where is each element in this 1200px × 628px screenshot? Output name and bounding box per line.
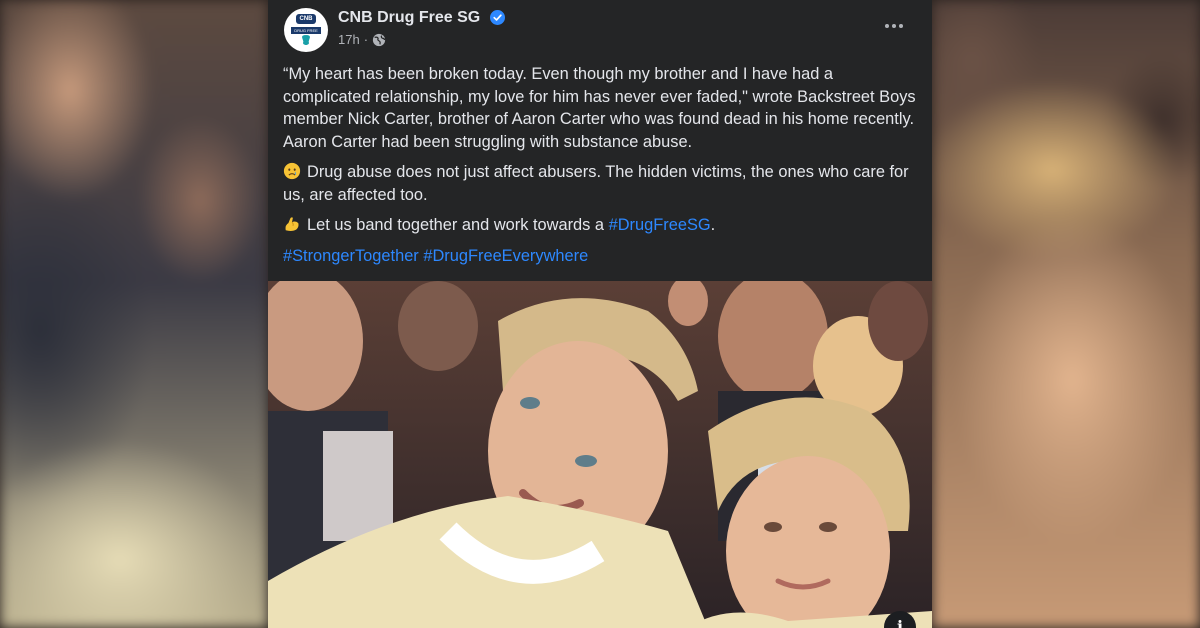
more-options-icon-dot xyxy=(892,24,896,28)
post-paragraph-quote: “My heart has been broken today. Even th… xyxy=(283,65,916,151)
post-hashtags: #StrongerTogether #DrugFreeEverywhere xyxy=(283,245,923,268)
post-photo[interactable]: i xyxy=(268,281,932,628)
post-paragraph-band-together: Let us band together and work towards a … xyxy=(283,214,923,237)
hashtag-strongertogether-link[interactable]: #StrongerTogether xyxy=(283,247,419,265)
flexed-biceps-emoji xyxy=(285,217,299,232)
post-header: CNB DRUG FREE SG CNB Drug Free SG 17h · xyxy=(268,0,932,60)
meta-separator: · xyxy=(363,32,369,47)
page-name-link[interactable]: CNB Drug Free SG xyxy=(338,8,480,28)
paragraph-band-suffix: . xyxy=(710,216,716,234)
avatar-logo-band: DRUG FREE SG xyxy=(291,27,321,40)
hashtag-drugfreeeverywhere-link[interactable]: #DrugFreeEverywhere xyxy=(423,247,588,265)
more-options-icon xyxy=(885,24,889,28)
paragraph-band-text: Let us band together and work towards a xyxy=(307,216,609,234)
globe-icon[interactable] xyxy=(372,33,386,47)
page-avatar[interactable]: CNB DRUG FREE SG xyxy=(284,8,328,52)
facebook-post-card: CNB DRUG FREE SG CNB Drug Free SG 17h · … xyxy=(268,0,932,628)
more-options-icon-dot xyxy=(899,24,903,28)
more-options-button[interactable] xyxy=(878,14,910,38)
post-timestamp-link[interactable]: 17h xyxy=(338,32,360,48)
paragraph-victims-text: Drug abuse does not just affect abusers.… xyxy=(283,163,909,204)
blurred-background-right xyxy=(932,0,1200,628)
post-meta: 17h · xyxy=(338,32,386,48)
avatar-logo-text: CNB xyxy=(296,14,316,24)
photo-illustration xyxy=(268,281,932,628)
crying-face-emoji xyxy=(283,162,301,180)
post-paragraph-victims: Drug abuse does not just affect abusers.… xyxy=(283,161,923,206)
blurred-background-left xyxy=(0,0,268,628)
post-body: “My heart has been broken today. Even th… xyxy=(283,63,923,275)
hashtag-drugfreesg-link[interactable]: #DrugFreeSG xyxy=(609,216,711,234)
verified-badge-icon xyxy=(490,10,505,25)
